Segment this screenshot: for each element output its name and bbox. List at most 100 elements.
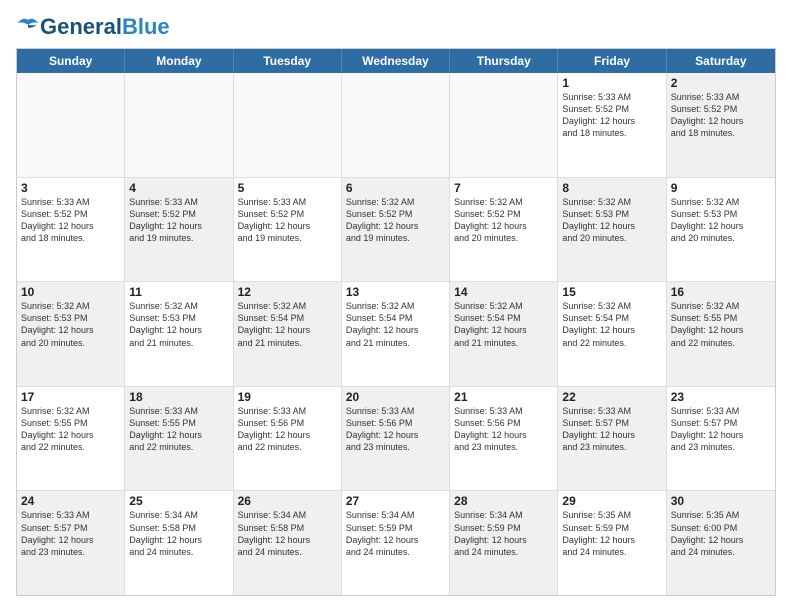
header-day-sunday: Sunday xyxy=(17,49,125,73)
calendar-row-4: 24Sunrise: 5:33 AM Sunset: 5:57 PM Dayli… xyxy=(17,491,775,595)
calendar-row-1: 3Sunrise: 5:33 AM Sunset: 5:52 PM Daylig… xyxy=(17,178,775,283)
cell-info: Sunrise: 5:32 AM Sunset: 5:53 PM Dayligh… xyxy=(21,300,120,349)
cell-info: Sunrise: 5:33 AM Sunset: 5:52 PM Dayligh… xyxy=(671,91,771,140)
header-day-saturday: Saturday xyxy=(667,49,775,73)
day-number: 9 xyxy=(671,181,771,195)
cell-info: Sunrise: 5:35 AM Sunset: 6:00 PM Dayligh… xyxy=(671,509,771,558)
cell-info: Sunrise: 5:32 AM Sunset: 5:53 PM Dayligh… xyxy=(562,196,661,245)
calendar-cell: 21Sunrise: 5:33 AM Sunset: 5:56 PM Dayli… xyxy=(450,387,558,491)
day-number: 7 xyxy=(454,181,553,195)
calendar-cell: 11Sunrise: 5:32 AM Sunset: 5:53 PM Dayli… xyxy=(125,282,233,386)
calendar-cell: 27Sunrise: 5:34 AM Sunset: 5:59 PM Dayli… xyxy=(342,491,450,595)
day-number: 17 xyxy=(21,390,120,404)
day-number: 24 xyxy=(21,494,120,508)
header-day-friday: Friday xyxy=(558,49,666,73)
cell-info: Sunrise: 5:34 AM Sunset: 5:58 PM Dayligh… xyxy=(238,509,337,558)
cell-info: Sunrise: 5:32 AM Sunset: 5:55 PM Dayligh… xyxy=(21,405,120,454)
cell-info: Sunrise: 5:32 AM Sunset: 5:54 PM Dayligh… xyxy=(238,300,337,349)
day-number: 30 xyxy=(671,494,771,508)
logo: GeneralBlue xyxy=(16,16,170,38)
header-day-monday: Monday xyxy=(125,49,233,73)
calendar-cell: 15Sunrise: 5:32 AM Sunset: 5:54 PM Dayli… xyxy=(558,282,666,386)
cell-info: Sunrise: 5:34 AM Sunset: 5:58 PM Dayligh… xyxy=(129,509,228,558)
cell-info: Sunrise: 5:32 AM Sunset: 5:52 PM Dayligh… xyxy=(454,196,553,245)
day-number: 10 xyxy=(21,285,120,299)
calendar-row-3: 17Sunrise: 5:32 AM Sunset: 5:55 PM Dayli… xyxy=(17,387,775,492)
cell-info: Sunrise: 5:32 AM Sunset: 5:52 PM Dayligh… xyxy=(346,196,445,245)
calendar-cell: 29Sunrise: 5:35 AM Sunset: 5:59 PM Dayli… xyxy=(558,491,666,595)
cell-info: Sunrise: 5:33 AM Sunset: 5:52 PM Dayligh… xyxy=(21,196,120,245)
day-number: 15 xyxy=(562,285,661,299)
calendar-cell xyxy=(17,73,125,177)
cell-info: Sunrise: 5:32 AM Sunset: 5:54 PM Dayligh… xyxy=(454,300,553,349)
day-number: 22 xyxy=(562,390,661,404)
calendar-cell: 4Sunrise: 5:33 AM Sunset: 5:52 PM Daylig… xyxy=(125,178,233,282)
calendar-cell: 20Sunrise: 5:33 AM Sunset: 5:56 PM Dayli… xyxy=(342,387,450,491)
day-number: 3 xyxy=(21,181,120,195)
day-number: 16 xyxy=(671,285,771,299)
calendar-cell: 3Sunrise: 5:33 AM Sunset: 5:52 PM Daylig… xyxy=(17,178,125,282)
calendar-cell: 18Sunrise: 5:33 AM Sunset: 5:55 PM Dayli… xyxy=(125,387,233,491)
calendar-cell xyxy=(450,73,558,177)
bird-icon xyxy=(16,15,40,31)
day-number: 26 xyxy=(238,494,337,508)
header-day-tuesday: Tuesday xyxy=(234,49,342,73)
calendar-cell: 10Sunrise: 5:32 AM Sunset: 5:53 PM Dayli… xyxy=(17,282,125,386)
cell-info: Sunrise: 5:32 AM Sunset: 5:54 PM Dayligh… xyxy=(346,300,445,349)
cell-info: Sunrise: 5:32 AM Sunset: 5:53 PM Dayligh… xyxy=(671,196,771,245)
calendar-cell: 28Sunrise: 5:34 AM Sunset: 5:59 PM Dayli… xyxy=(450,491,558,595)
calendar-cell: 30Sunrise: 5:35 AM Sunset: 6:00 PM Dayli… xyxy=(667,491,775,595)
calendar-cell: 12Sunrise: 5:32 AM Sunset: 5:54 PM Dayli… xyxy=(234,282,342,386)
day-number: 21 xyxy=(454,390,553,404)
day-number: 14 xyxy=(454,285,553,299)
calendar-cell: 8Sunrise: 5:32 AM Sunset: 5:53 PM Daylig… xyxy=(558,178,666,282)
cell-info: Sunrise: 5:32 AM Sunset: 5:54 PM Dayligh… xyxy=(562,300,661,349)
calendar-cell: 22Sunrise: 5:33 AM Sunset: 5:57 PM Dayli… xyxy=(558,387,666,491)
day-number: 11 xyxy=(129,285,228,299)
cell-info: Sunrise: 5:34 AM Sunset: 5:59 PM Dayligh… xyxy=(346,509,445,558)
calendar-cell: 6Sunrise: 5:32 AM Sunset: 5:52 PM Daylig… xyxy=(342,178,450,282)
calendar-cell: 13Sunrise: 5:32 AM Sunset: 5:54 PM Dayli… xyxy=(342,282,450,386)
cell-info: Sunrise: 5:33 AM Sunset: 5:52 PM Dayligh… xyxy=(129,196,228,245)
calendar-cell: 16Sunrise: 5:32 AM Sunset: 5:55 PM Dayli… xyxy=(667,282,775,386)
calendar-cell: 9Sunrise: 5:32 AM Sunset: 5:53 PM Daylig… xyxy=(667,178,775,282)
header-day-wednesday: Wednesday xyxy=(342,49,450,73)
calendar: SundayMondayTuesdayWednesdayThursdayFrid… xyxy=(16,48,776,596)
day-number: 20 xyxy=(346,390,445,404)
day-number: 8 xyxy=(562,181,661,195)
cell-info: Sunrise: 5:35 AM Sunset: 5:59 PM Dayligh… xyxy=(562,509,661,558)
calendar-cell: 2Sunrise: 5:33 AM Sunset: 5:52 PM Daylig… xyxy=(667,73,775,177)
calendar-row-2: 10Sunrise: 5:32 AM Sunset: 5:53 PM Dayli… xyxy=(17,282,775,387)
day-number: 5 xyxy=(238,181,337,195)
calendar-cell xyxy=(234,73,342,177)
cell-info: Sunrise: 5:33 AM Sunset: 5:57 PM Dayligh… xyxy=(562,405,661,454)
calendar-row-0: 1Sunrise: 5:33 AM Sunset: 5:52 PM Daylig… xyxy=(17,73,775,178)
cell-info: Sunrise: 5:34 AM Sunset: 5:59 PM Dayligh… xyxy=(454,509,553,558)
day-number: 29 xyxy=(562,494,661,508)
cell-info: Sunrise: 5:33 AM Sunset: 5:57 PM Dayligh… xyxy=(671,405,771,454)
cell-info: Sunrise: 5:33 AM Sunset: 5:56 PM Dayligh… xyxy=(346,405,445,454)
day-number: 2 xyxy=(671,76,771,90)
calendar-cell: 23Sunrise: 5:33 AM Sunset: 5:57 PM Dayli… xyxy=(667,387,775,491)
day-number: 23 xyxy=(671,390,771,404)
calendar-cell: 7Sunrise: 5:32 AM Sunset: 5:52 PM Daylig… xyxy=(450,178,558,282)
cell-info: Sunrise: 5:33 AM Sunset: 5:56 PM Dayligh… xyxy=(238,405,337,454)
day-number: 6 xyxy=(346,181,445,195)
page: GeneralBlue SundayMondayTuesdayWednesday… xyxy=(0,0,792,612)
header: GeneralBlue xyxy=(16,16,776,38)
calendar-cell: 17Sunrise: 5:32 AM Sunset: 5:55 PM Dayli… xyxy=(17,387,125,491)
calendar-cell: 1Sunrise: 5:33 AM Sunset: 5:52 PM Daylig… xyxy=(558,73,666,177)
cell-info: Sunrise: 5:32 AM Sunset: 5:55 PM Dayligh… xyxy=(671,300,771,349)
calendar-cell: 24Sunrise: 5:33 AM Sunset: 5:57 PM Dayli… xyxy=(17,491,125,595)
calendar-cell: 5Sunrise: 5:33 AM Sunset: 5:52 PM Daylig… xyxy=(234,178,342,282)
day-number: 27 xyxy=(346,494,445,508)
day-number: 4 xyxy=(129,181,228,195)
cell-info: Sunrise: 5:33 AM Sunset: 5:52 PM Dayligh… xyxy=(238,196,337,245)
calendar-cell: 19Sunrise: 5:33 AM Sunset: 5:56 PM Dayli… xyxy=(234,387,342,491)
calendar-cell xyxy=(342,73,450,177)
cell-info: Sunrise: 5:32 AM Sunset: 5:53 PM Dayligh… xyxy=(129,300,228,349)
day-number: 18 xyxy=(129,390,228,404)
calendar-cell xyxy=(125,73,233,177)
header-day-thursday: Thursday xyxy=(450,49,558,73)
day-number: 28 xyxy=(454,494,553,508)
